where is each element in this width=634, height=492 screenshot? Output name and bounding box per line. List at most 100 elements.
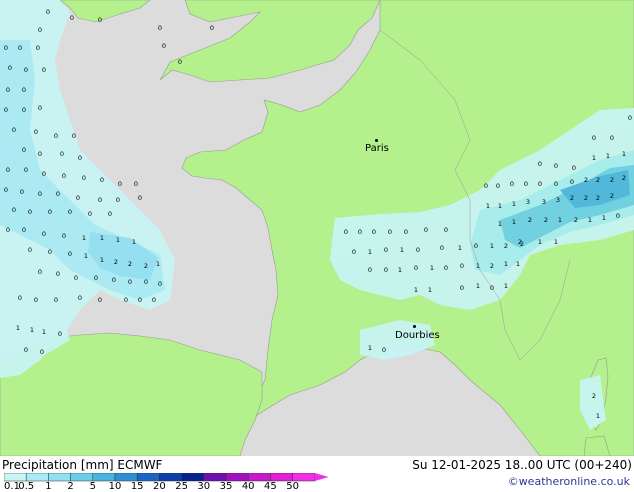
precip-value: 0 [210, 24, 214, 32]
legend-swatch [270, 473, 293, 482]
precip-value: 0 [444, 264, 448, 272]
precip-value: 0 [24, 346, 28, 354]
precip-value: 0 [40, 348, 44, 356]
legend-swatch [25, 473, 49, 482]
precip-value: 0 [22, 226, 26, 234]
legend-swatch [4, 473, 27, 482]
precip-value: 0 [34, 296, 38, 304]
precip-value: 0 [352, 248, 356, 256]
precip-value: 0 [78, 154, 82, 162]
precip-value: 3 [526, 198, 530, 206]
precip-value: 1 [476, 282, 480, 290]
legend-tick: 0.5 [18, 481, 35, 492]
precip-value: 1 [16, 324, 20, 332]
precip-value: 0 [416, 246, 420, 254]
precip-value: 0 [592, 134, 596, 142]
precip-value: 0 [62, 232, 66, 240]
precip-value: 0 [4, 186, 8, 194]
precip-value: 0 [38, 26, 42, 34]
legend-swatch [292, 473, 316, 482]
precip-value: 2 [114, 258, 118, 266]
precip-value: 0 [344, 228, 348, 236]
precip-value: 0 [510, 180, 514, 188]
legend-tick: 1 [45, 481, 52, 492]
precip-value: 0 [384, 266, 388, 274]
precip-value: 0 [78, 294, 82, 302]
legend-swatch [181, 473, 205, 482]
precip-value: 0 [554, 162, 558, 170]
precip-value: 0 [538, 180, 542, 188]
precip-value: 0 [444, 226, 448, 234]
precip-value: 1 [592, 154, 596, 162]
precip-value: 1 [30, 326, 34, 334]
precip-value: 0 [490, 284, 494, 292]
precip-value: 0 [60, 150, 64, 158]
valid-time: Su 12-01-2025 18..00 UTC (00+240) [412, 458, 632, 472]
precip-value: 0 [6, 166, 10, 174]
precip-value: 0 [28, 208, 32, 216]
precip-value: 1 [368, 248, 372, 256]
precip-value: 0 [98, 16, 102, 24]
footer-bar: Precipitation [mm] ECMWF Su 12-01-2025 1… [0, 456, 634, 492]
legend-swatch [136, 473, 160, 482]
precip-value: 0 [388, 228, 392, 236]
legend-swatch [247, 473, 271, 482]
legend-tick: 25 [175, 481, 188, 492]
precip-value: 0 [610, 134, 614, 142]
precip-value: 0 [12, 206, 16, 214]
precip-value: 1 [116, 236, 120, 244]
dourbies-marker [413, 325, 416, 328]
precip-value: 0 [112, 276, 116, 284]
legend-tick: 45 [264, 481, 277, 492]
legend-swatch [70, 473, 94, 482]
precip-value: 0 [554, 180, 558, 188]
precip-value: 0 [116, 196, 120, 204]
precip-value: 0 [6, 226, 10, 234]
precip-value: 1 [558, 216, 562, 224]
precip-value: 0 [484, 182, 488, 190]
precip-value: 0 [38, 190, 42, 198]
precip-value: 0 [524, 180, 528, 188]
precip-value: 1 [606, 152, 610, 160]
map-title: Precipitation [mm] ECMWF [2, 458, 163, 472]
precip-value: 0 [54, 296, 58, 304]
precip-value: 0 [94, 274, 98, 282]
precip-value: 0 [22, 86, 26, 94]
city-label-paris[interactable]: Paris [365, 143, 389, 154]
paris-marker [375, 139, 378, 142]
precip-value: 0 [128, 278, 132, 286]
legend-tick: 40 [241, 481, 255, 492]
precip-value: 1 [428, 286, 432, 294]
city-label-dourbies[interactable]: Dourbies [395, 330, 440, 341]
precip-value: 0 [36, 44, 40, 52]
precip-value: 1 [430, 264, 434, 272]
precip-value: 0 [124, 296, 128, 304]
precip-value: 1 [588, 216, 592, 224]
precip-value: 2 [528, 216, 532, 224]
precip-value: 1 [476, 262, 480, 270]
precip-value: 0 [68, 208, 72, 216]
legend-tick: 2 [67, 481, 74, 492]
color-legend [4, 473, 329, 482]
precip-value: 0 [42, 230, 46, 238]
precip-value: 1 [498, 220, 502, 228]
precip-value: 0 [56, 270, 60, 278]
precip-value: 0 [70, 14, 74, 22]
precip-value: 0 [496, 182, 500, 190]
precip-value: 0 [34, 128, 38, 136]
precipitation-map[interactable]: 0 0 0 0 0 0 0 0 0 0 0 0 0 0 0 0 0 0 0 0 0 0 0 0 0 0 0 0 0 0 0 0 0 0 0 0 0 0 0 0… [0, 0, 634, 456]
map-canvas: 0 0 0 0 0 0 0 0 0 0 0 0 0 0 0 0 0 0 0 0 0 0 0 0 0 0 0 0 0 0 0 0 0 0 0 0 0 0 0 0… [0, 0, 634, 456]
precip-value: 2 [584, 194, 588, 202]
precip-value: 0 [42, 170, 46, 178]
precip-value: 2 [144, 262, 148, 270]
precip-value: 0 [38, 150, 42, 158]
precip-value: 2 [592, 392, 596, 400]
precip-value: 1 [512, 200, 516, 208]
legend-tick: 50 [286, 481, 299, 492]
legend-swatch [225, 473, 249, 482]
precip-value: 0 [384, 246, 388, 254]
legend-swatch [92, 473, 116, 482]
precip-value: 0 [538, 160, 542, 168]
precip-value: 1 [398, 266, 402, 274]
credit-link[interactable]: ©weatheronline.co.uk [508, 475, 630, 488]
